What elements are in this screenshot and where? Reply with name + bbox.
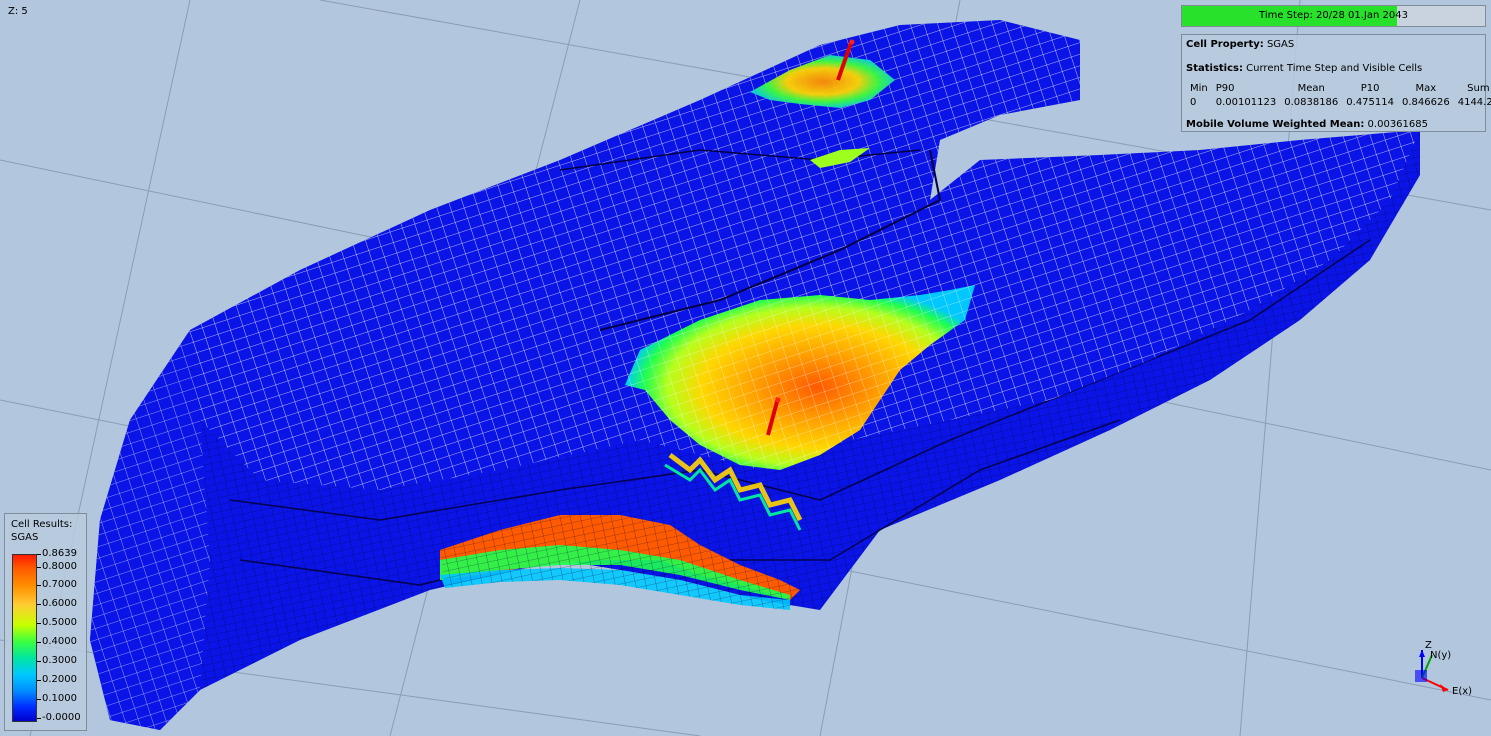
statistics-row: Statistics: Current Time Step and Visibl… — [1186, 63, 1422, 74]
legend-tick: 0.8000 — [37, 561, 77, 572]
stat-header-max: Max — [1415, 83, 1437, 94]
mobile-volume-label: Mobile Volume Weighted Mean: — [1186, 119, 1365, 130]
stat-value-min: 0 — [1190, 97, 1197, 108]
stat-value-p10: 0.475114 — [1346, 97, 1394, 108]
legend-tick: 0.5000 — [37, 617, 77, 628]
stat-header-p90: P90 — [1215, 83, 1235, 94]
cell-property-row: Cell Property: SGAS — [1186, 39, 1294, 50]
legend-tick: 0.8639 — [37, 548, 77, 559]
cell-property-label: Cell Property: — [1186, 39, 1264, 50]
stat-value-mean: 0.0838186 — [1284, 97, 1339, 108]
legend-tick: 0.6000 — [37, 598, 77, 609]
statistics-value: Current Time Step and Visible Cells — [1246, 63, 1423, 74]
stat-header-sum: Sum — [1467, 83, 1490, 94]
color-legend[interactable]: Cell Results: SGAS 0.8639 0.8000 0.7000 … — [4, 513, 87, 731]
mobile-volume-row: Mobile Volume Weighted Mean: 0.00361685 — [1186, 119, 1428, 130]
legend-color-bar — [12, 554, 37, 722]
time-step-label: Time Step: 20/28 01.Jan 2043 — [1259, 10, 1408, 21]
statistics-table: Min P90 Mean P10 Max Sum 0 0.00101123 0.… — [1186, 82, 1491, 110]
stat-header-min: Min — [1190, 83, 1208, 94]
statistics-header-row: Min P90 Mean P10 Max Sum — [1186, 82, 1491, 96]
legend-tick: 0.3000 — [37, 655, 77, 666]
stat-header-mean: Mean — [1297, 83, 1325, 94]
legend-title-line2: SGAS — [11, 532, 39, 543]
cell-property-value: SGAS — [1266, 39, 1295, 50]
legend-tick: 0.1000 — [37, 693, 77, 704]
axis-n-label: N(y) — [1430, 650, 1451, 661]
legend-title: Cell Results: SGAS — [11, 518, 72, 544]
stat-value-p90: 0.00101123 — [1215, 97, 1277, 108]
axis-e-label: E(x) — [1452, 686, 1472, 697]
legend-tick: 0.2000 — [37, 674, 77, 685]
time-step-bar[interactable]: Time Step: 20/28 01.Jan 2043 — [1181, 5, 1486, 27]
info-panel: Cell Property: SGAS Statistics: Current … — [1181, 34, 1491, 132]
statistics-label: Statistics: — [1186, 63, 1243, 74]
stat-header-p10: P10 — [1360, 83, 1380, 94]
axis-widget: Z N(y) E(x) — [1415, 640, 1472, 697]
statistics-value-row: 0 0.00101123 0.0838186 0.475114 0.846626… — [1186, 96, 1491, 110]
legend-tick: 0.4000 — [37, 636, 77, 647]
z-scale-label: Z: 5 — [8, 6, 28, 17]
legend-title-line1: Cell Results: — [11, 519, 73, 530]
legend-tick: -0.0000 — [37, 712, 81, 723]
stat-value-sum: 4144.24 — [1457, 97, 1491, 108]
stat-value-max: 0.846626 — [1402, 97, 1450, 108]
mobile-volume-value: 0.00361685 — [1367, 119, 1428, 130]
legend-tick: 0.7000 — [37, 579, 77, 590]
